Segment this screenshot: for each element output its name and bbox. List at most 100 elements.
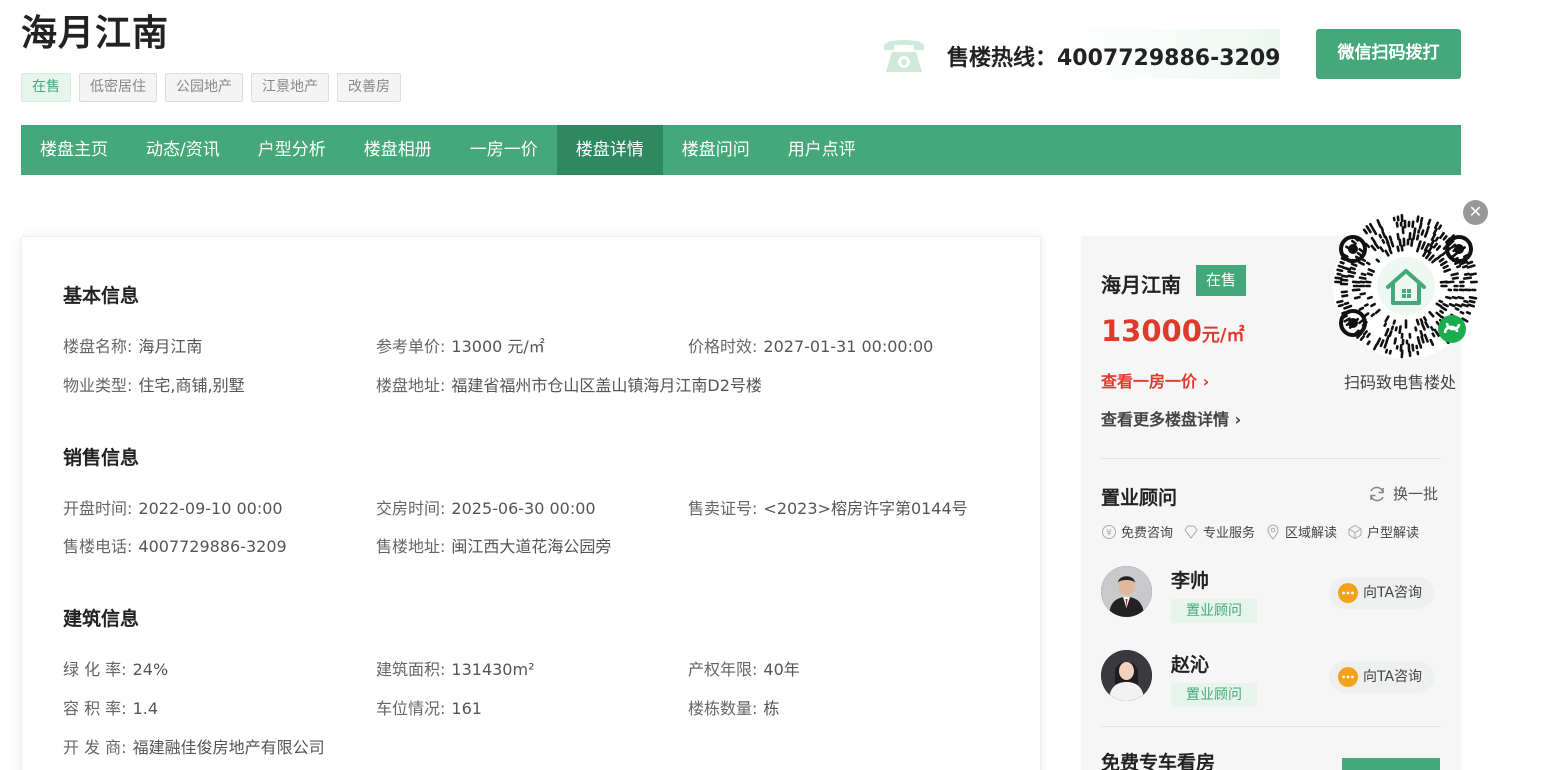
consult-label: 向TA咨询 xyxy=(1363,585,1423,601)
divider xyxy=(1101,726,1441,727)
diamond-icon xyxy=(1184,525,1198,539)
consult-label: 向TA咨询 xyxy=(1363,669,1423,685)
info-key: 开 发 商: xyxy=(63,738,127,757)
info-cell: 容 积 率: 1.4 xyxy=(63,695,158,719)
advisor-title: 置业顾问 xyxy=(1101,487,1178,509)
info-cell: 楼盘名称: 海月江南 xyxy=(63,333,202,357)
mini-program-qr-code xyxy=(1333,213,1479,359)
nav-item-news[interactable]: 动态/资讯 xyxy=(127,125,239,175)
sidebar-project-name: 海月江南 xyxy=(1101,273,1181,297)
feature-tag: 公园地产 xyxy=(165,73,243,102)
info-cell: 售卖证号: <2023>榕房许字第0144号 xyxy=(688,495,968,519)
yuan-icon: ¥ xyxy=(1102,524,1116,539)
price-number: 13000 xyxy=(1101,314,1202,348)
nav-item-questions[interactable]: 楼盘问问 xyxy=(663,125,769,175)
info-value: 4007729886-3209 xyxy=(138,537,287,556)
detail-card: 基本信息 楼盘名称: 海月江南 参考单价: 13000 元/㎡ 价格时效: 2027-… xyxy=(21,236,1041,770)
chat-bubble-icon xyxy=(1338,583,1358,603)
info-value: 福建省福州市仓山区盖山镇海月江南D2号楼 xyxy=(451,376,762,395)
advisor-name: 赵沁 xyxy=(1171,654,1210,676)
advisor-card: 赵沁 置业顾问 向TA咨询 xyxy=(1101,650,1441,710)
advisor-name: 李帅 xyxy=(1171,570,1210,592)
location-pin-icon xyxy=(1267,524,1279,540)
wechat-scan-call-button[interactable]: 微信扫码拨打 xyxy=(1316,29,1461,79)
feature-tag: 改善房 xyxy=(337,73,401,102)
feature-tag: 低密居住 xyxy=(79,73,157,102)
info-key: 参考单价: xyxy=(376,337,446,356)
feature-tag: 江景地产 xyxy=(251,73,329,102)
feature-item: 户型解读 xyxy=(1347,522,1419,541)
hotline-box: 售楼热线：4007729886-3209 xyxy=(880,29,1280,79)
info-value: 161 xyxy=(451,699,482,718)
view-unit-prices-label: 查看一房一价 xyxy=(1101,372,1198,391)
consult-advisor-button[interactable]: 向TA咨询 xyxy=(1329,577,1435,609)
chevron-right-icon: › xyxy=(1234,410,1242,429)
feature-item: 区域解读 xyxy=(1265,522,1337,541)
info-key: 容 积 率: xyxy=(63,699,127,718)
nav-item-album[interactable]: 楼盘相册 xyxy=(345,125,451,175)
info-key: 物业类型: xyxy=(63,376,133,395)
feature-label: 专业服务 xyxy=(1203,526,1256,541)
hotline-label: 售楼热线：4007729886-3209 xyxy=(947,46,1281,71)
person-icon xyxy=(1101,566,1152,617)
info-key: 产权年限: xyxy=(688,660,758,679)
info-value: 福建融佳俊房地产有限公司 xyxy=(132,738,325,757)
avatar[interactable] xyxy=(1101,650,1152,701)
info-key: 价格时效: xyxy=(688,337,758,356)
free-car-button[interactable] xyxy=(1342,758,1440,770)
info-key: 售楼电话: xyxy=(63,537,133,556)
info-value: 131430m² xyxy=(451,660,535,679)
info-key: 售卖证号: xyxy=(688,499,758,518)
status-tag: 在售 xyxy=(21,73,71,102)
info-value: 海月江南 xyxy=(138,337,203,356)
refresh-advisors-button[interactable]: 换一批 xyxy=(1367,483,1438,504)
info-value: 2027-01-31 00:00:00 xyxy=(763,337,934,356)
price-unit: 元/㎡ xyxy=(1201,325,1245,346)
consult-advisor-button[interactable]: 向TA咨询 xyxy=(1329,661,1435,693)
feature-label: 区域解读 xyxy=(1285,526,1338,541)
info-key: 交房时间: xyxy=(376,499,446,518)
info-key: 开盘时间: xyxy=(63,499,133,518)
feature-label: 户型解读 xyxy=(1367,526,1420,541)
nav-item-unit-prices[interactable]: 一房一价 xyxy=(451,125,557,175)
info-cell: 产权年限: 40年 xyxy=(688,656,800,680)
info-cell: 车位情况: 161 xyxy=(376,695,482,719)
page-title: 海月江南 xyxy=(21,13,170,54)
main-nav: 楼盘主页 动态/资讯 户型分析 楼盘相册 一房一价 楼盘详情 楼盘问问 用户点评 xyxy=(21,125,1461,175)
view-more-details-label: 查看更多楼盘详情 xyxy=(1101,410,1230,429)
info-cell: 绿 化 率: 24% xyxy=(63,656,168,680)
refresh-icon xyxy=(1370,486,1384,501)
feature-item: ¥ 免费咨询 xyxy=(1101,522,1173,541)
nav-item-reviews[interactable]: 用户点评 xyxy=(769,125,875,175)
info-cell: 参考单价: 13000 元/㎡ xyxy=(376,333,545,357)
info-cell: 楼栋数量: 栋 xyxy=(688,695,779,719)
info-key: 楼盘名称: xyxy=(63,337,133,356)
section-title-sales: 销售信息 xyxy=(63,447,140,469)
divider xyxy=(1101,458,1441,459)
info-key: 建筑面积: xyxy=(376,660,446,679)
advisor-role: 置业顾问 xyxy=(1171,599,1257,623)
feature-label: 免费咨询 xyxy=(1121,526,1174,541)
nav-item-details[interactable]: 楼盘详情 xyxy=(556,125,663,175)
chevron-right-icon: › xyxy=(1202,372,1210,391)
info-key: 车位情况: xyxy=(376,699,446,718)
info-value: 2022-09-10 00:00 xyxy=(138,499,283,518)
info-key: 绿 化 率: xyxy=(63,660,127,679)
info-key: 楼盘地址: xyxy=(376,376,446,395)
free-car-title: 免费专车看房 xyxy=(1101,752,1216,770)
feature-item: 专业服务 xyxy=(1183,522,1255,541)
info-value: <2023>榕房许字第0144号 xyxy=(763,499,968,518)
info-cell: 价格时效: 2027-01-31 00:00:00 xyxy=(688,333,933,357)
info-value: 24% xyxy=(132,660,169,679)
info-cell: 开 发 商: 福建融佳俊房地产有限公司 xyxy=(63,734,325,758)
nav-item-floorplans[interactable]: 户型分析 xyxy=(239,125,345,175)
info-value: 1.4 xyxy=(132,699,159,718)
advisor-card: 李帅 置业顾问 向TA咨询 xyxy=(1101,566,1441,626)
view-unit-prices-link[interactable]: 查看一房一价 › xyxy=(1101,368,1209,392)
section-title-building: 建筑信息 xyxy=(63,608,140,630)
nav-item-home[interactable]: 楼盘主页 xyxy=(21,125,127,175)
info-cell: 售楼地址: 闽江西大道花海公园旁 xyxy=(376,533,611,557)
view-more-details-link[interactable]: 查看更多楼盘详情 › xyxy=(1101,406,1241,430)
avatar[interactable] xyxy=(1101,566,1152,617)
info-cell: 建筑面积: 131430m² xyxy=(376,656,534,680)
